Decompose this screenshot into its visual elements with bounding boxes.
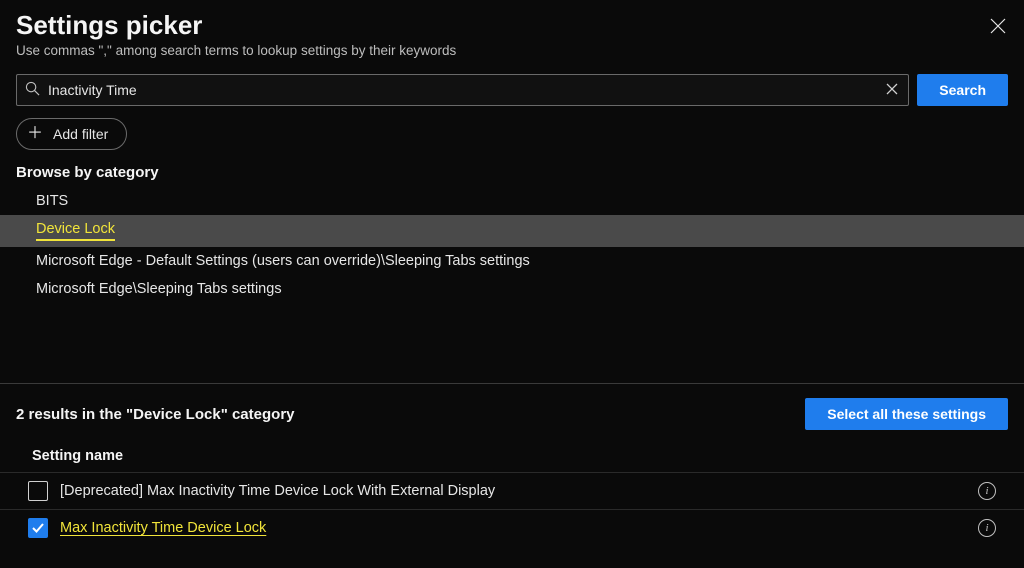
- result-row[interactable]: Max Inactivity Time Device Lock i: [0, 509, 1024, 546]
- search-row: Search: [16, 74, 1008, 106]
- add-filter-button[interactable]: ＋ Add filter: [16, 118, 127, 150]
- browse-by-category-label: Browse by category: [16, 164, 1008, 181]
- result-label: Max Inactivity Time Device Lock: [60, 520, 966, 536]
- search-button[interactable]: Search: [917, 74, 1008, 106]
- category-item-bits[interactable]: BITS: [0, 187, 1024, 215]
- search-input[interactable]: [40, 82, 884, 98]
- category-item-edge-sleeping-tabs[interactable]: Microsoft Edge\Sleeping Tabs settings: [0, 275, 1024, 303]
- search-box[interactable]: [16, 74, 909, 106]
- result-checkbox[interactable]: [28, 481, 48, 501]
- result-label: [Deprecated] Max Inactivity Time Device …: [60, 483, 966, 499]
- result-checkbox[interactable]: [28, 518, 48, 538]
- category-label: Device Lock: [36, 221, 115, 241]
- spacer: [16, 303, 1008, 383]
- plus-icon: ＋: [27, 126, 43, 142]
- category-list: BITS Device Lock Microsoft Edge - Defaul…: [0, 187, 1024, 303]
- page-title: Settings picker: [16, 10, 202, 41]
- search-icon: [25, 81, 40, 99]
- select-all-settings-button[interactable]: Select all these settings: [805, 398, 1008, 430]
- category-label: Microsoft Edge\Sleeping Tabs settings: [36, 281, 282, 297]
- results-summary: 2 results in the "Device Lock" category: [16, 406, 295, 423]
- info-icon[interactable]: i: [978, 519, 996, 537]
- page-subtitle: Use commas "," among search terms to loo…: [16, 43, 1008, 58]
- column-header-setting-name: Setting name: [16, 440, 1008, 472]
- category-label: Microsoft Edge - Default Settings (users…: [36, 253, 530, 269]
- info-icon[interactable]: i: [978, 482, 996, 500]
- settings-picker-panel: Settings picker Use commas "," among sea…: [0, 0, 1024, 568]
- result-row[interactable]: [Deprecated] Max Inactivity Time Device …: [0, 472, 1024, 509]
- header-row: Settings picker: [16, 10, 1008, 41]
- results-header: 2 results in the "Device Lock" category …: [16, 398, 1008, 430]
- close-icon[interactable]: [986, 14, 1010, 41]
- category-label: BITS: [36, 193, 68, 209]
- clear-search-icon[interactable]: [884, 82, 900, 99]
- category-item-edge-default-sleeping-tabs[interactable]: Microsoft Edge - Default Settings (users…: [0, 247, 1024, 275]
- divider: [0, 383, 1024, 384]
- add-filter-label: Add filter: [53, 126, 108, 142]
- category-item-device-lock[interactable]: Device Lock: [0, 215, 1024, 247]
